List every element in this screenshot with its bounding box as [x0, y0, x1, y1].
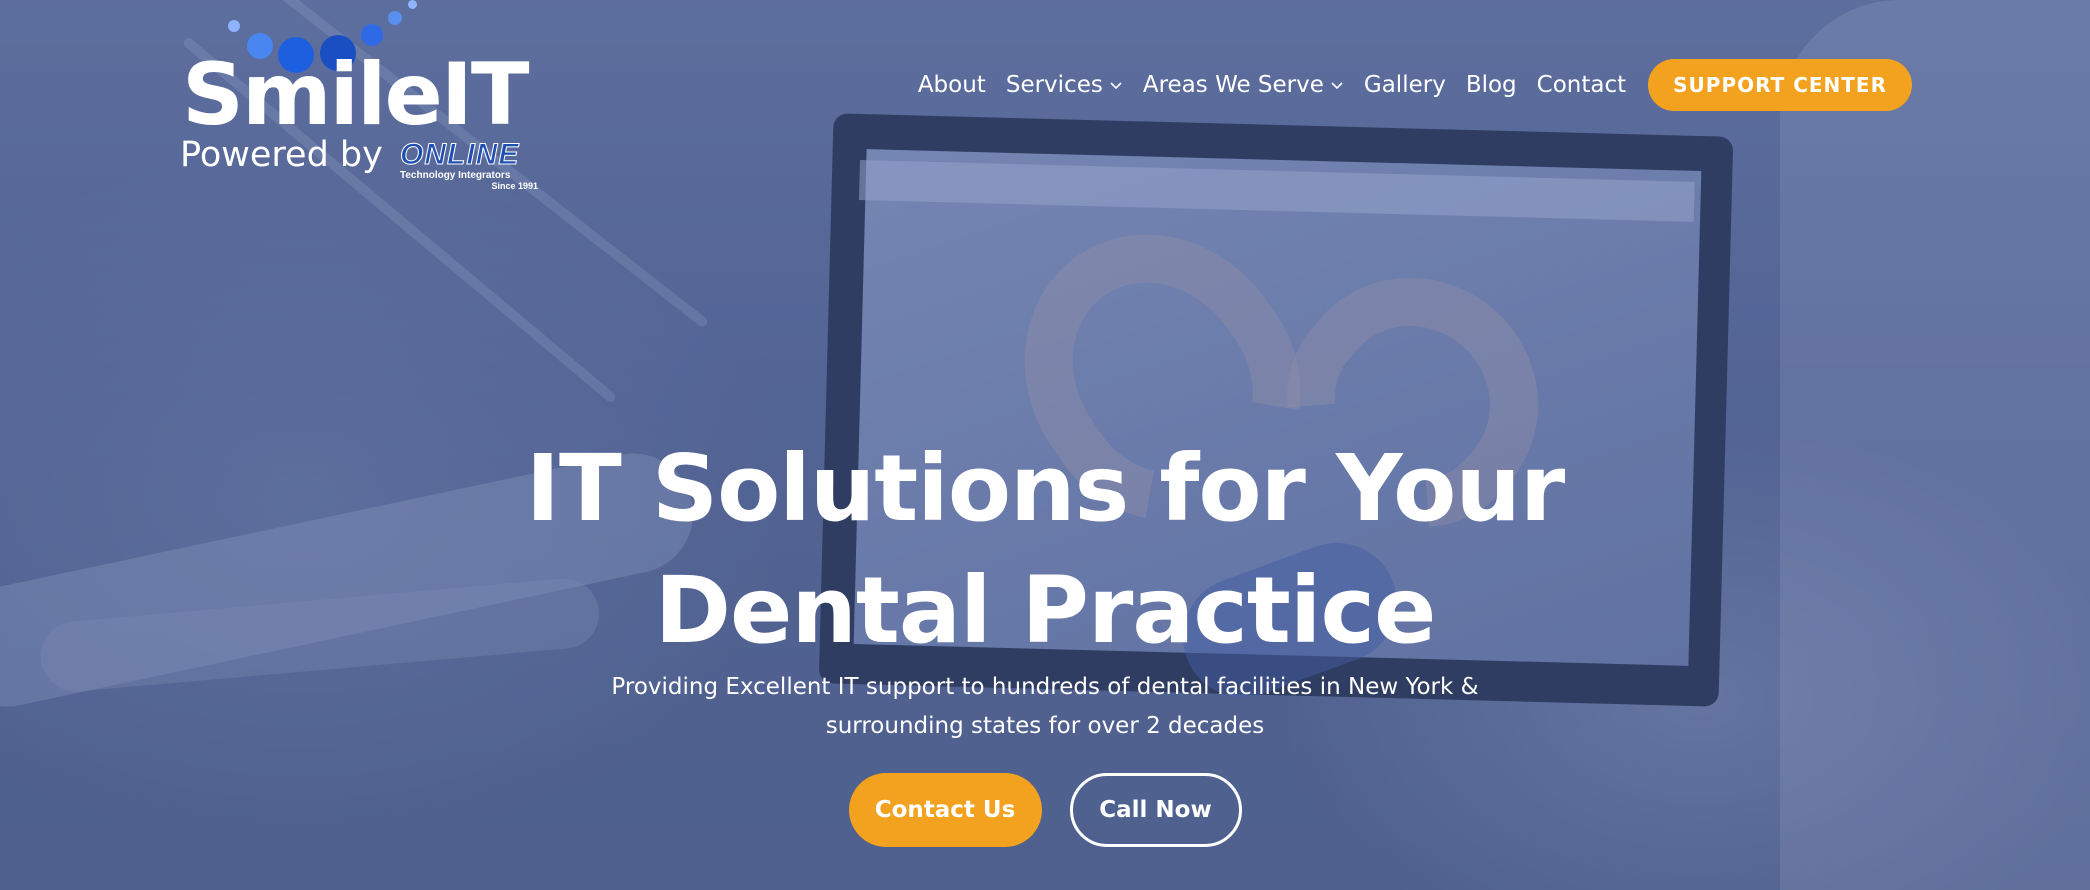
nav-item-contact[interactable]: Contact	[1527, 72, 1636, 98]
nav-label: Services	[1005, 72, 1103, 98]
online-since: Since 1991	[491, 181, 538, 191]
hero-subtitle: Providing Excellent IT support to hundre…	[611, 674, 1479, 739]
hero-title-line: Dental Practice	[654, 557, 1437, 664]
nav-item-blog[interactable]: Blog	[1456, 72, 1527, 98]
hero-title-line: IT Solutions for Your	[525, 435, 1565, 542]
online-wordmark: ONLINE	[400, 138, 520, 171]
nav-label: Gallery	[1363, 72, 1446, 98]
nav-item-services[interactable]: Services	[996, 72, 1133, 98]
online-tagline: Technology Integrators	[400, 170, 511, 181]
nav-item-areas-we-serve[interactable]: Areas We Serve	[1133, 72, 1354, 98]
call-now-button[interactable]: Call Now	[1069, 773, 1242, 847]
logo-powered-by: Powered by	[180, 135, 383, 175]
nav-label: Blog	[1465, 72, 1517, 98]
support-center-button[interactable]: SUPPORT CENTER	[1648, 59, 1912, 111]
main-nav: About Services Areas We Serve Gallery Bl…	[908, 58, 1912, 112]
logo-wordmark: SmileIT	[182, 45, 530, 145]
hero-cta-row: Contact Us Call Now	[0, 773, 2090, 847]
chevron-down-icon	[1110, 82, 1122, 90]
nav-label: About	[917, 72, 986, 98]
nav-item-gallery[interactable]: Gallery	[1354, 72, 1456, 98]
chevron-down-icon	[1331, 82, 1343, 90]
site-logo[interactable]: SmileIT Powered by ONLINE Technology Int…	[180, 0, 550, 200]
nav-item-about[interactable]: About	[908, 72, 996, 98]
nav-label: Areas We Serve	[1142, 72, 1324, 98]
contact-us-button[interactable]: Contact Us	[848, 773, 1042, 847]
hero-section: SmileIT Powered by ONLINE Technology Int…	[0, 0, 2090, 890]
hero-title: IT Solutions for Your Dental Practice	[0, 428, 2090, 672]
nav-label: Contact	[1536, 72, 1627, 98]
online-logo: ONLINE Technology Integrators Since 1991	[400, 138, 540, 191]
